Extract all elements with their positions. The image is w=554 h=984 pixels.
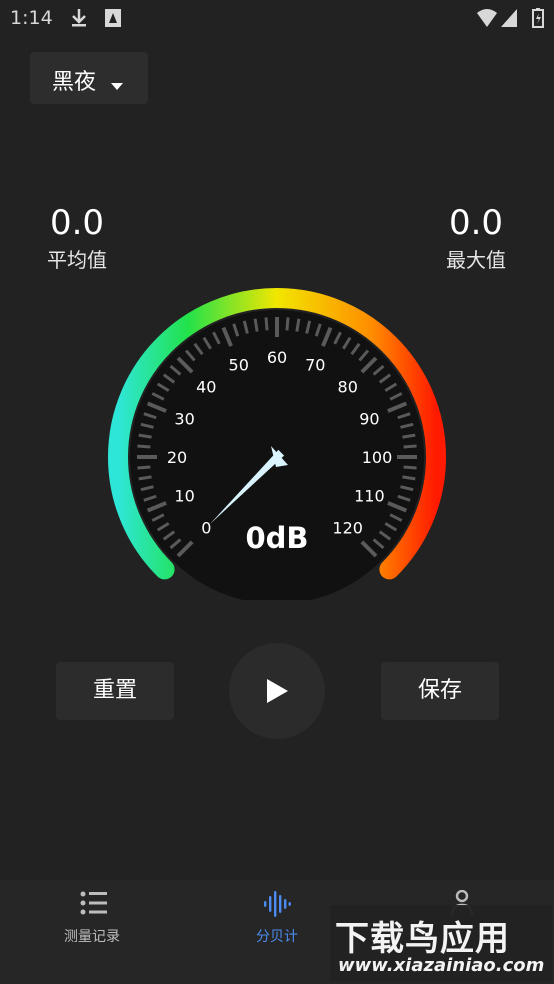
nav-item-records[interactable]: 测量记录 — [0, 880, 184, 984]
gauge-tick-label: 0 — [201, 519, 211, 538]
gauge-tick-label: 80 — [338, 377, 358, 396]
gauge-minor-tick — [402, 433, 416, 439]
caret-down-icon — [111, 76, 123, 95]
gauge-tick-label: 110 — [354, 486, 385, 505]
gauge-minor-tick — [137, 444, 151, 449]
gauge-tick-label: 100 — [362, 448, 393, 467]
notification-app-icon — [104, 8, 122, 32]
list-icon — [80, 890, 108, 920]
gauge-minor-tick — [253, 318, 259, 332]
status-time: 1:14 — [10, 7, 53, 29]
gauge-tick-label: 30 — [174, 410, 194, 429]
gauge-tick-label: 50 — [229, 356, 249, 375]
signal-icon — [500, 8, 518, 32]
save-button[interactable]: 保存 — [381, 662, 499, 720]
wifi-icon — [476, 8, 498, 32]
gauge-minor-tick — [295, 318, 301, 332]
gauge-minor-tick — [137, 465, 151, 470]
gauge-minor-tick — [402, 475, 416, 481]
gauge-minor-tick — [403, 465, 417, 470]
nav-label-records: 测量记录 — [64, 929, 120, 945]
decibel-gauge: 0 10 20 3040 50 60 70 8090 100 110 120 0dB — [108, 287, 446, 600]
gauge-tick-label: 20 — [167, 448, 187, 467]
battery-icon — [532, 8, 544, 32]
mode-label: 黑夜 — [52, 70, 97, 95]
max-value: 0.0 — [448, 203, 504, 243]
gauge-minor-tick — [285, 317, 290, 331]
gauge-minor-tick — [138, 433, 152, 439]
gauge-tick-label: 10 — [174, 486, 194, 505]
mode-dropdown[interactable]: 黑夜 — [30, 52, 148, 104]
watermark: 下载鸟应用 www.xiazainiao.com — [330, 905, 552, 981]
gauge-minor-tick — [403, 444, 417, 449]
download-icon — [70, 8, 88, 32]
average-stat: 0.0 平均值 — [17, 200, 137, 274]
gauge-minor-tick — [138, 475, 152, 481]
gauge-tick-label: 70 — [305, 356, 325, 375]
watermark-title: 下载鸟应用 — [335, 919, 510, 959]
gauge-reading: 0dB — [245, 521, 308, 555]
reset-button[interactable]: 重置 — [56, 662, 174, 720]
play-button[interactable] — [229, 643, 325, 739]
gauge-minor-tick — [264, 317, 269, 331]
play-icon — [267, 679, 288, 703]
status-bar: 1:14 — [0, 0, 554, 38]
average-value: 0.0 — [49, 203, 105, 243]
sound-wave-icon — [263, 890, 291, 922]
watermark-url: www.xiazainiao.com — [338, 955, 545, 976]
gauge-tick-label: 60 — [267, 348, 287, 367]
gauge-tick-label: 120 — [332, 519, 363, 538]
max-stat: 0.0 最大值 — [416, 200, 536, 274]
gauge-tick-label: 90 — [359, 410, 379, 429]
gauge-tick-label: 40 — [196, 377, 216, 396]
